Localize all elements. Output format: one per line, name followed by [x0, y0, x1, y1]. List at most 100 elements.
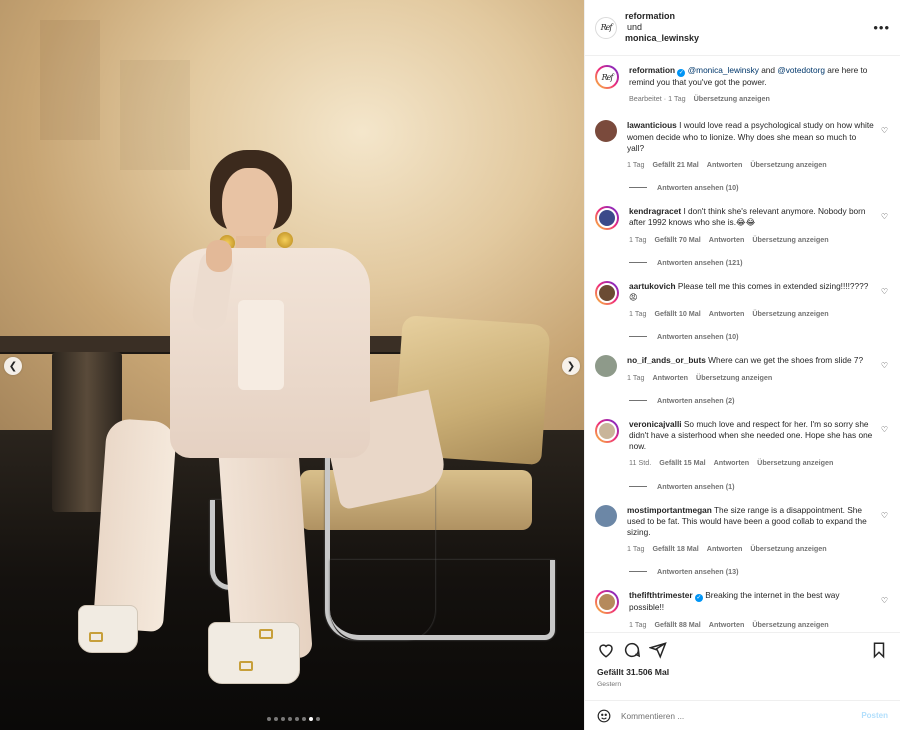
comment-composer: Posten	[585, 700, 900, 730]
commenter-avatar[interactable]	[595, 120, 617, 143]
carousel-dot[interactable]	[267, 717, 271, 721]
previous-slide-button[interactable]: ❮	[4, 357, 22, 375]
comment-input[interactable]	[621, 710, 862, 721]
likes-count[interactable]: Gefällt 31.506 Mal	[597, 667, 888, 677]
carousel-dot[interactable]	[309, 717, 313, 721]
view-replies-button[interactable]: Antworten ansehen (1)	[629, 482, 890, 491]
commenter-username[interactable]: aartukovich	[629, 281, 676, 291]
post-media: ❮ ❯	[0, 0, 584, 730]
earring	[277, 232, 293, 248]
comment-item: kendragracet I don't think she's relevan…	[595, 206, 890, 245]
comment-meta: 1 Tag Gefällt 70 Mal Antworten Übersetzu…	[629, 234, 874, 245]
post-actions: Gefällt 31.506 Mal Gestern	[585, 632, 900, 696]
comment-likes[interactable]: Gefällt 70 Mal	[654, 234, 700, 245]
heart-icon[interactable]: ♡	[881, 511, 888, 520]
carousel-dot[interactable]	[288, 717, 292, 721]
carousel-dot[interactable]	[295, 717, 299, 721]
comment-body: veronicajvalli So much love and respect …	[629, 419, 890, 469]
comment-item: veronicajvalli So much love and respect …	[595, 418, 890, 469]
commenter-avatar[interactable]	[595, 418, 619, 443]
account-name[interactable]: reformation	[625, 11, 699, 22]
commenter-username[interactable]: no_if_ands_or_buts	[627, 355, 706, 365]
translate-button[interactable]: Übersetzung anzeigen	[752, 234, 828, 245]
carousel-dot[interactable]	[274, 717, 278, 721]
shoe-buckle	[89, 632, 103, 642]
commenter-username[interactable]: veronicajvalli	[629, 419, 682, 429]
paper-plane-icon[interactable]	[648, 641, 667, 659]
heart-icon[interactable]: ♡	[881, 596, 888, 605]
reply-button[interactable]: Antworten	[714, 457, 750, 468]
comment-time: 1 Tag	[629, 619, 647, 629]
more-horizontal-icon[interactable]: •••	[873, 20, 890, 35]
heart-icon[interactable]: ♡	[881, 361, 888, 370]
comment-likes[interactable]: Gefällt 15 Mal	[659, 457, 705, 468]
carousel-dot[interactable]	[316, 717, 320, 721]
comment-time: 1 Tag	[629, 309, 647, 319]
view-replies-button[interactable]: Antworten ansehen (13)	[629, 567, 890, 576]
reply-button[interactable]: Antworten	[709, 308, 745, 319]
coauthor-name[interactable]: monica_lewinsky	[625, 33, 699, 44]
heart-icon[interactable]: ♡	[881, 126, 888, 135]
translate-button[interactable]: Übersetzung anzeigen	[694, 93, 770, 104]
commenter-avatar[interactable]	[595, 206, 619, 231]
verified-badge-icon: ✓	[694, 594, 703, 603]
commenter-avatar[interactable]	[595, 280, 619, 305]
translate-button[interactable]: Übersetzung anzeigen	[752, 619, 828, 630]
smiley-icon[interactable]	[597, 709, 611, 723]
comment-likes[interactable]: Gefällt 88 Mal	[654, 619, 700, 630]
shoe-buckle	[239, 661, 253, 671]
comment-meta: 1 Tag Gefällt 88 Mal Antworten Übersetzu…	[629, 619, 874, 630]
heart-icon[interactable]	[597, 641, 615, 659]
view-replies-button[interactable]: Antworten ansehen (10)	[629, 332, 890, 341]
carousel-dot[interactable]	[281, 717, 285, 721]
comment-likes[interactable]: Gefällt 10 Mal	[654, 308, 700, 319]
brand-logo: Ref	[600, 23, 613, 32]
comments-list: Ref reformation ✓ @monica_lewinsky and @…	[585, 57, 900, 632]
commenter-avatar[interactable]	[595, 355, 617, 378]
heart-icon[interactable]: ♡	[881, 287, 888, 296]
view-replies-button[interactable]: Antworten ansehen (2)	[629, 396, 890, 405]
view-replies-button[interactable]: Antworten ansehen (121)	[629, 258, 890, 267]
heart-icon[interactable]: ♡	[881, 425, 888, 434]
reply-button[interactable]: Antworten	[709, 234, 745, 245]
mention-link[interactable]: @monica_lewinsky	[688, 65, 759, 75]
next-slide-button[interactable]: ❯	[562, 357, 580, 375]
reply-button[interactable]: Antworten	[652, 372, 688, 383]
comment-time: 1 Tag	[627, 544, 645, 554]
commenter-username[interactable]: lawanticious	[627, 120, 677, 130]
translate-button[interactable]: Übersetzung anzeigen	[696, 372, 772, 383]
caption-avatar[interactable]: Ref	[595, 65, 619, 89]
reply-button[interactable]: Antworten	[709, 619, 745, 630]
bookmark-icon[interactable]	[870, 641, 888, 659]
commenter-username[interactable]: kendragracet	[629, 206, 681, 216]
edited-label: Bearbeitet	[629, 94, 662, 104]
reply-button[interactable]: Antworten	[707, 159, 743, 170]
caption-username[interactable]: reformation	[629, 65, 675, 75]
comment-likes[interactable]: Gefällt 21 Mal	[652, 159, 698, 170]
heart-icon[interactable]: ♡	[881, 212, 888, 221]
carousel-dot[interactable]	[302, 717, 306, 721]
comment-icon[interactable]	[623, 641, 641, 659]
reply-button[interactable]: Antworten	[707, 543, 743, 554]
translate-button[interactable]: Übersetzung anzeigen	[757, 457, 833, 468]
translate-button[interactable]: Übersetzung anzeigen	[750, 159, 826, 170]
comment-time: 1 Tag	[627, 372, 645, 382]
commenter-avatar[interactable]	[595, 590, 619, 615]
comment-likes[interactable]: Gefällt 18 Mal	[652, 543, 698, 554]
commenter-avatar[interactable]	[595, 504, 617, 527]
translate-button[interactable]: Übersetzung anzeigen	[752, 308, 828, 319]
comment-meta: 1 Tag Gefällt 10 Mal Antworten Übersetzu…	[629, 308, 874, 319]
caption-time: 1 Tag	[668, 94, 686, 104]
post-caption: Ref reformation ✓ @monica_lewinsky and @…	[595, 65, 890, 104]
post-date: Gestern	[597, 681, 622, 688]
commenter-username[interactable]: mostimportantmegan	[627, 505, 712, 515]
comment-meta: 1 Tag Gefällt 21 Mal Antworten Übersetzu…	[627, 159, 874, 170]
commenter-username[interactable]: thefifthtrimester	[629, 590, 693, 600]
person-hand	[206, 240, 232, 272]
account-avatar[interactable]: Ref	[595, 16, 617, 39]
comment-body: aartukovich Please tell me this comes in…	[629, 281, 890, 320]
post-comment-button[interactable]: Posten	[861, 711, 888, 720]
view-replies-button[interactable]: Antworten ansehen (10)	[629, 183, 890, 192]
translate-button[interactable]: Übersetzung anzeigen	[750, 543, 826, 554]
mention-link[interactable]: @votedotorg	[777, 65, 825, 75]
